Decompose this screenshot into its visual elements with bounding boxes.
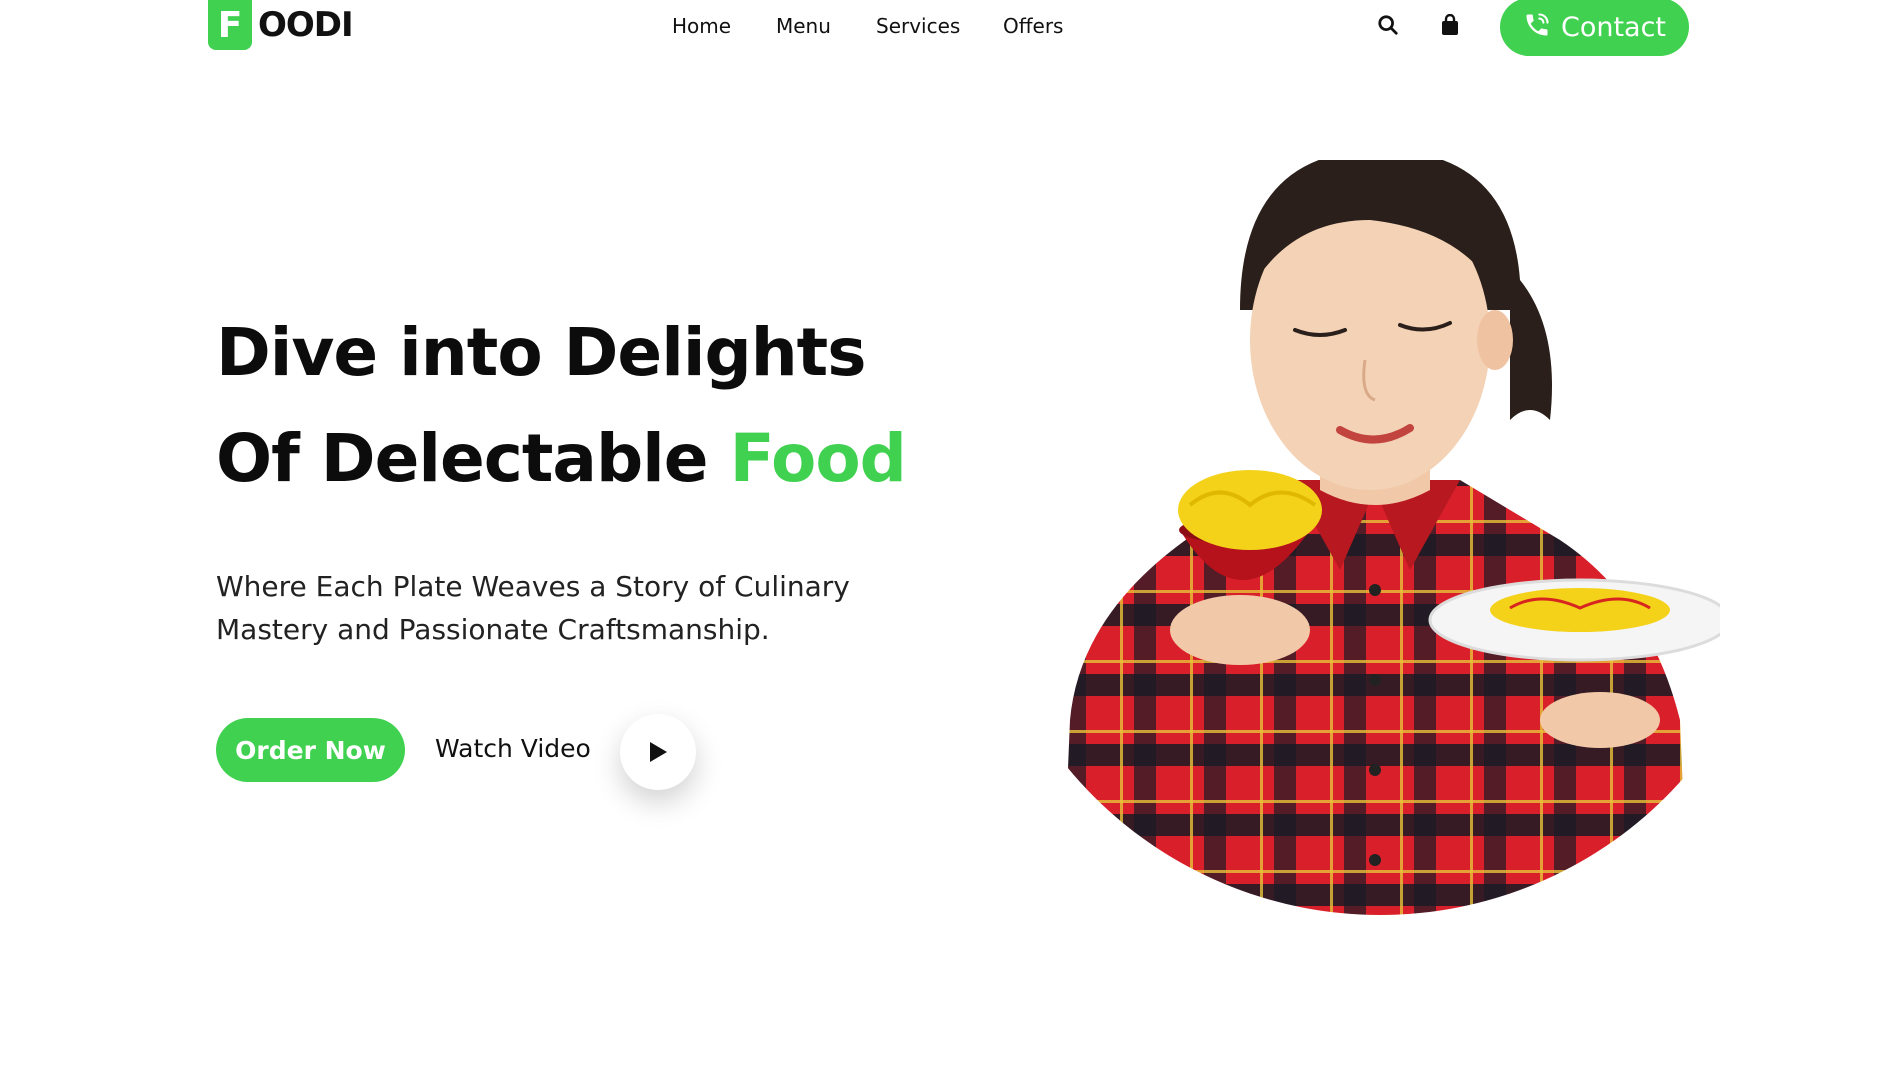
shopping-bag-icon[interactable]	[1437, 12, 1463, 38]
play-icon	[650, 742, 667, 762]
hero-title-highlight: Food	[729, 420, 907, 497]
hero-title-line1: Dive into Delights	[216, 314, 867, 391]
nav-menu[interactable]: Menu	[776, 14, 831, 38]
logo[interactable]: F OODI	[208, 0, 354, 50]
order-now-button[interactable]: Order Now	[216, 718, 405, 782]
contact-label: Contact	[1560, 11, 1667, 43]
search-icon[interactable]	[1375, 12, 1401, 38]
play-video-button[interactable]	[620, 714, 696, 790]
watch-video-link[interactable]: Watch Video	[435, 734, 591, 763]
logo-wordmark: OODI	[258, 5, 354, 45]
hero-title: Dive into Delights Of Delectable Food	[216, 300, 907, 512]
contact-button[interactable]: Contact	[1500, 0, 1689, 56]
logo-mark: F	[208, 0, 252, 50]
hero-title-line2: Of Delectable Food	[216, 406, 907, 512]
hero-subtitle: Where Each Plate Weaves a Story of Culin…	[216, 570, 850, 646]
nav-offers[interactable]: Offers	[1003, 14, 1063, 38]
nav-home[interactable]: Home	[672, 14, 731, 38]
hero-image	[1040, 150, 1732, 960]
nav-services[interactable]: Services	[876, 14, 960, 38]
hero-title-prefix: Of Delectable	[216, 420, 730, 497]
phone-icon	[1523, 11, 1551, 43]
woman-with-noodles-photo	[1060, 150, 1732, 915]
